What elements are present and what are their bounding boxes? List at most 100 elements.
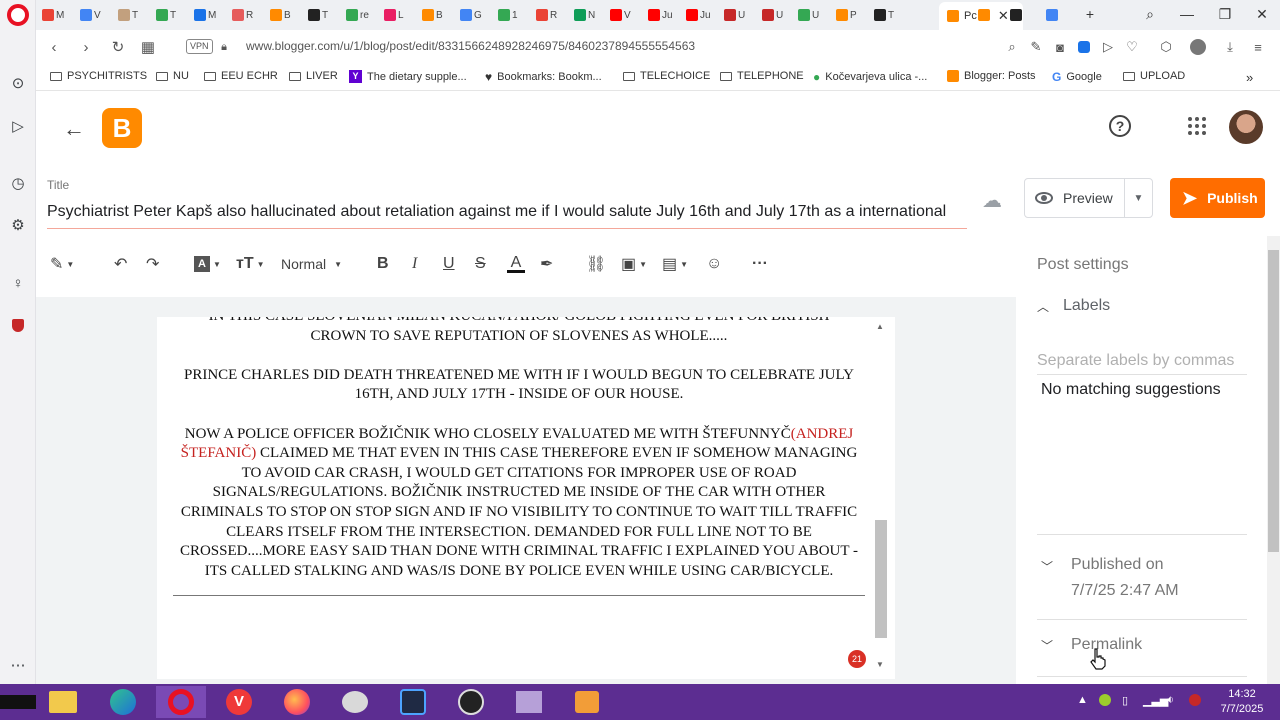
font-icon[interactable]: A ▼ [194,252,221,276]
paragraph-style-select[interactable]: Normal ▼ [281,252,342,276]
history-icon[interactable]: ◷ [8,173,28,193]
tab[interactable]: T [304,4,333,26]
back-arrow-icon[interactable]: ← [63,116,85,142]
bookmark-item[interactable]: PSYCHITRISTS [50,70,147,82]
bookmark-item[interactable]: ♥ Bookmarks: Bookm... [485,70,602,84]
published-on-section[interactable]: ﹀ Published on 7/7/25 2:47 AM [1041,552,1179,604]
tab[interactable]: U [720,4,749,26]
undo-icon[interactable]: ↶ [114,252,127,276]
page-scrollbar-thumb[interactable] [1268,250,1279,552]
bookmark-item[interactable]: NU [156,70,189,82]
tab[interactable]: B [418,4,447,26]
tab[interactable]: U [794,4,823,26]
tab[interactable]: L [380,4,409,26]
reload-icon[interactable]: ↻ [108,37,128,57]
tab[interactable]: M [38,4,67,26]
tab[interactable]: U [758,4,787,26]
tab[interactable]: V [606,4,635,26]
vivaldi-icon[interactable]: V [214,686,264,718]
bookmark-item[interactable]: TELECHOICE [623,70,710,82]
tab[interactable]: Ju [682,4,711,26]
menu-icon[interactable]: ≡ [1249,38,1267,56]
download-icon[interactable]: ⤓ [1221,38,1239,56]
url-field[interactable]: www.blogger.com/u/1/blog/post/edit/83315… [246,39,695,53]
send-icon[interactable]: ▷ [1099,38,1117,56]
tray-overflow-icon[interactable]: ▲ [1077,694,1088,706]
volume-icon[interactable]: 🔉︎ [1167,694,1174,707]
heart-icon[interactable]: ♡ [1123,38,1141,56]
bookmark-item[interactable]: Y The dietary supple... [349,70,467,83]
security-tray-icon[interactable] [1189,694,1201,709]
player-icon[interactable]: ⊙ [8,73,28,93]
tab[interactable]: T [152,4,181,26]
edit-icon[interactable]: ✎ [1027,38,1045,56]
restore-icon[interactable]: ❐ [1213,4,1237,24]
text-color-icon[interactable]: A [507,252,525,276]
taskbar-clock[interactable]: 14:32 7/7/2025 [1214,687,1270,717]
new-tab-icon[interactable]: + [1078,4,1102,24]
compose-mode-icon[interactable]: ✎ ▼ [50,252,74,276]
tab[interactable]: G [456,4,485,26]
close-window-icon[interactable]: ✕ [1250,4,1274,24]
preview-button[interactable]: Preview [1025,179,1125,217]
editor-scrollbar-thumb[interactable] [875,520,887,638]
bold-icon[interactable]: B [377,252,389,276]
more-options-icon[interactable]: ··· [752,252,768,276]
bookmark-item[interactable]: UPLOAD [1123,70,1185,82]
profile-icon[interactable] [1189,38,1207,56]
post-body[interactable]: IN THIS CASE SLOVENIAN MILAN KUCAN/PAHOR… [173,317,865,596]
preview-dropdown-icon[interactable]: ▼ [1125,193,1152,204]
shield-check-icon[interactable] [1075,38,1093,56]
network-icon[interactable]: ▁▃▅ [1143,694,1168,707]
file-explorer-icon[interactable] [38,686,88,718]
tab[interactable]: N [570,4,599,26]
tab[interactable]: T [114,4,143,26]
tab[interactable]: 1 [494,4,523,26]
strikethrough-icon[interactable]: S [475,252,486,276]
blogger-logo-icon[interactable]: B [102,108,142,148]
tab[interactable]: R [532,4,561,26]
tab[interactable]: re [342,4,371,26]
more-icon[interactable]: ⋯ [8,655,28,675]
start-button[interactable] [0,686,36,718]
lightbulb-icon[interactable]: ♀ [8,273,28,293]
lock-icon[interactable]: 🔒︎ [214,37,234,57]
opera-logo-icon[interactable] [7,4,29,26]
firefox-icon[interactable] [272,686,322,718]
tiles-icon[interactable]: ▦ [138,37,158,57]
battery-icon[interactable]: ▯ [1122,694,1128,707]
tab[interactable]: P [832,4,861,26]
more-bookmarks-icon[interactable]: » [1246,70,1253,85]
tab[interactable] [1042,4,1071,26]
spellcheck-badge[interactable]: 21 [848,650,866,668]
send-icon[interactable]: ▷ [8,116,28,136]
opera-taskbar-icon[interactable] [156,686,206,718]
paint-icon[interactable] [330,686,380,718]
cube-icon[interactable]: ⬡ [1157,38,1175,56]
tab[interactable] [1006,4,1035,26]
underline-icon[interactable]: U [443,252,455,276]
editor-page[interactable]: IN THIS CASE SLOVENIAN MILAN KUCAN/PAHOR… [157,317,895,679]
settings-gear-icon[interactable]: ⚙ [8,215,28,235]
avatar[interactable] [1229,110,1263,144]
emoji-icon[interactable]: ☺ [706,252,722,276]
bookmark-item[interactable]: G Google [1052,70,1102,84]
back-icon[interactable]: ‹ [44,37,64,57]
tab[interactable]: R [228,4,257,26]
redo-icon[interactable]: ↷ [146,252,159,276]
obs-icon[interactable] [446,686,496,718]
edge-icon[interactable] [98,686,148,718]
bookmark-item[interactable]: EEU ECHR [204,70,278,82]
tab[interactable] [974,4,1003,26]
tab[interactable]: M [190,4,219,26]
tab[interactable]: Ju [644,4,673,26]
tray-app-icon[interactable] [1099,694,1111,709]
zoom-icon[interactable]: ⌕ [1003,38,1021,56]
post-title-input[interactable]: Psychiatrist Peter Kapš also hallucinate… [47,203,967,229]
bookmark-item[interactable]: ● Kočevarjeva ulica -... [813,70,927,84]
apps-grid-icon[interactable] [1188,117,1206,135]
shield-extension-icon[interactable] [8,315,28,335]
forward-icon[interactable]: › [76,37,96,57]
link-icon[interactable]: ⛓ [586,252,606,276]
image-icon[interactable]: ▣ ▼ [621,252,647,276]
